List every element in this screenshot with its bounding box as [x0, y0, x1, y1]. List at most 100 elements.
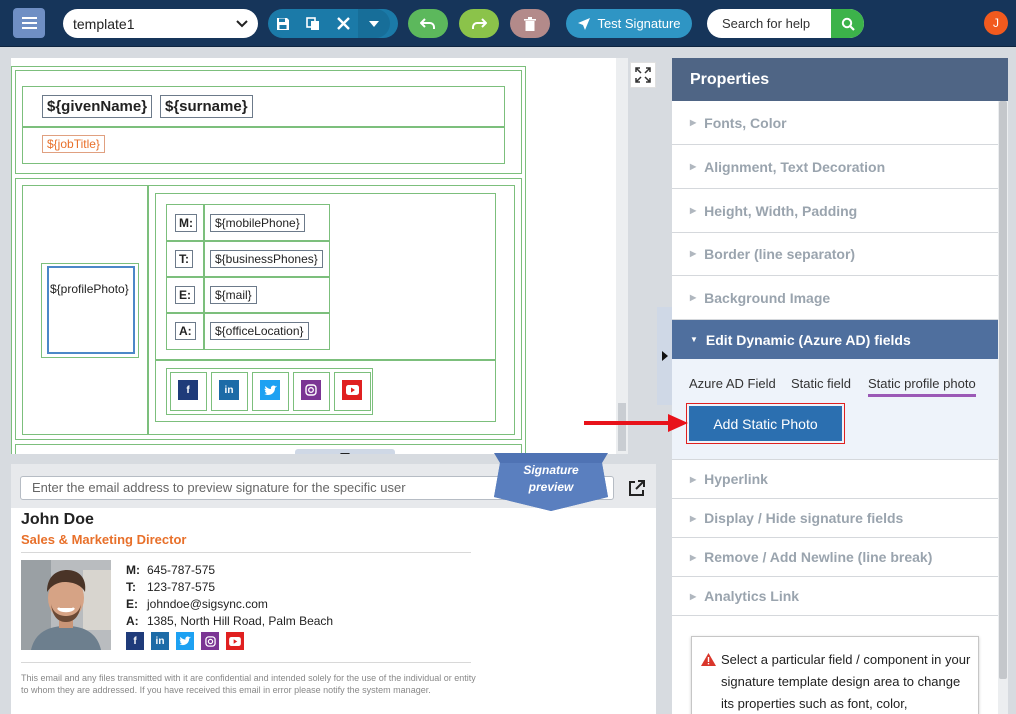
help-search-button[interactable] — [831, 9, 864, 38]
preview-profile-photo — [21, 560, 111, 650]
preview-divider — [21, 662, 471, 663]
address-label[interactable]: A: — [175, 322, 196, 340]
preview-mobile-row: M: 645-787-575 — [126, 563, 215, 577]
tab-static-profile-photo[interactable]: Static profile photo — [868, 376, 976, 397]
signature-preview-line2: preview — [528, 480, 574, 494]
telephone-label[interactable]: T: — [175, 250, 193, 268]
chevron-down-icon — [236, 19, 248, 27]
save-icon — [277, 17, 289, 30]
collapse-canvas-tab[interactable] — [295, 449, 395, 454]
contact-row-divider — [166, 312, 330, 314]
undo-button[interactable] — [408, 9, 448, 38]
office-location-field[interactable]: ${officeLocation} — [210, 322, 309, 340]
preview-twitter-icon[interactable] — [176, 632, 194, 650]
preview-address-row: A: 1385, North Hill Road, Palm Beach — [126, 614, 333, 628]
tab-azure-ad-field[interactable]: Azure AD Field — [689, 376, 776, 391]
help-search[interactable]: Search for help — [707, 9, 864, 38]
instagram-icon[interactable] — [301, 380, 321, 400]
business-phones-field[interactable]: ${businessPhones} — [210, 250, 323, 268]
save-button[interactable] — [268, 9, 298, 38]
menu-line — [21, 22, 37, 24]
scrollbar-thumb[interactable] — [999, 101, 1007, 679]
user-avatar[interactable]: J — [984, 11, 1008, 35]
section-label: Display / Hide signature fields — [704, 510, 904, 526]
profile-photo-placeholder[interactable]: ${profilePhoto} — [47, 266, 135, 354]
mobile-label[interactable]: M: — [175, 214, 197, 232]
contact-row-divider — [166, 276, 330, 278]
mail-field[interactable]: ${mail} — [210, 286, 257, 304]
section-label: Height, Width, Padding — [704, 202, 858, 219]
hamburger-menu-button[interactable] — [13, 8, 45, 38]
preview-facebook-icon[interactable]: f — [126, 632, 144, 650]
caret-right-icon — [661, 351, 668, 361]
add-static-photo-button[interactable]: Add Static Photo — [689, 406, 842, 441]
signature-design-canvas[interactable]: ${givenName} ${surname} ${jobTitle} ${pr… — [11, 58, 616, 454]
email-label[interactable]: E: — [175, 286, 195, 304]
caret-right-icon: ▶ — [690, 118, 697, 127]
test-signature-label: Test Signature — [597, 16, 681, 31]
section-display-hide[interactable]: ▶ Display / Hide signature fields — [672, 499, 998, 538]
section-alignment[interactable]: ▶ Alignment, Text Decoration — [672, 145, 998, 189]
preview-linkedin-icon[interactable]: in — [151, 632, 169, 650]
section-border[interactable]: ▶ Border (line separator) — [672, 232, 998, 276]
surname-field[interactable]: ${surname} — [160, 95, 253, 118]
section-label: Fonts, Color — [704, 114, 787, 131]
preview-email-row: E: johndoe@sigsync.com — [126, 597, 268, 611]
preview-instagram-icon[interactable] — [201, 632, 219, 650]
section-edit-dynamic-fields[interactable]: ▼ Edit Dynamic (Azure AD) fields — [672, 320, 998, 359]
expand-icon — [635, 67, 651, 83]
section-label: Border (line separator) — [704, 245, 856, 262]
preview-phone-value: 123-787-575 — [147, 580, 216, 594]
youtube-glyph — [345, 385, 359, 395]
body-divider — [147, 185, 149, 435]
delete-button[interactable] — [510, 9, 550, 38]
preview-mobile-value: 645-787-575 — [147, 563, 216, 577]
caret-right-icon: ▶ — [690, 162, 697, 171]
twitter-icon[interactable] — [260, 380, 280, 400]
canvas-scrollbar[interactable] — [616, 58, 628, 454]
section-background-image[interactable]: ▶ Background Image — [672, 276, 998, 320]
help-search-input[interactable]: Search for help — [707, 16, 831, 31]
tab-static-field[interactable]: Static field — [791, 376, 851, 391]
more-actions-dropdown[interactable] — [358, 9, 390, 38]
preview-youtube-icon[interactable] — [226, 632, 244, 650]
close-template-button[interactable] — [328, 9, 358, 38]
youtube-icon[interactable] — [342, 380, 362, 400]
signature-preview-label: Signature preview — [494, 462, 608, 496]
twitter-bird-shape — [263, 385, 277, 395]
annotation-arrow-icon — [584, 414, 688, 432]
fullscreen-button[interactable] — [630, 62, 656, 88]
given-name-field[interactable]: ${givenName} — [42, 95, 153, 118]
section-label: Analytics Link — [704, 588, 800, 604]
open-external-button[interactable] — [625, 477, 647, 499]
facebook-icon[interactable]: f — [178, 380, 198, 400]
properties-panel: Properties ▶ Fonts, Color ▶ Alignment, Tex… — [672, 58, 1008, 714]
signature-preview-tab[interactable]: Signature preview — [494, 453, 608, 511]
mobile-phone-field[interactable]: ${mobilePhone} — [210, 214, 305, 232]
job-title-field[interactable]: ${jobTitle} — [42, 135, 105, 153]
linkedin-icon[interactable]: in — [219, 380, 239, 400]
caret-right-icon: ▶ — [690, 293, 697, 302]
external-link-icon — [628, 479, 645, 496]
test-signature-button[interactable]: Test Signature — [566, 9, 692, 38]
properties-scrollbar[interactable] — [998, 101, 1008, 714]
section-label: Hyperlink — [704, 471, 768, 487]
search-icon — [841, 17, 855, 31]
signature-preview-line1: Signature — [523, 463, 579, 477]
menu-line — [21, 27, 37, 29]
section-hyperlink[interactable]: ▶ Hyperlink — [672, 460, 998, 499]
undo-icon — [420, 17, 435, 29]
copy-button[interactable] — [298, 9, 328, 38]
section-height-width[interactable]: ▶ Height, Width, Padding — [672, 189, 998, 233]
redo-icon — [472, 17, 487, 29]
redo-button[interactable] — [459, 9, 499, 38]
template-select[interactable]: template1 — [63, 9, 258, 38]
panel-splitter-toggle[interactable] — [657, 307, 672, 405]
section-analytics-link[interactable]: ▶ Analytics Link — [672, 577, 998, 616]
contact-row-divider — [166, 240, 330, 242]
section-fonts-color[interactable]: ▶ Fonts, Color — [672, 101, 998, 145]
trash-icon — [524, 16, 536, 31]
properties-title: Properties — [672, 58, 1008, 101]
preview-email-value[interactable]: johndoe@sigsync.com — [147, 597, 268, 611]
section-newline[interactable]: ▶ Remove / Add Newline (line break) — [672, 538, 998, 577]
